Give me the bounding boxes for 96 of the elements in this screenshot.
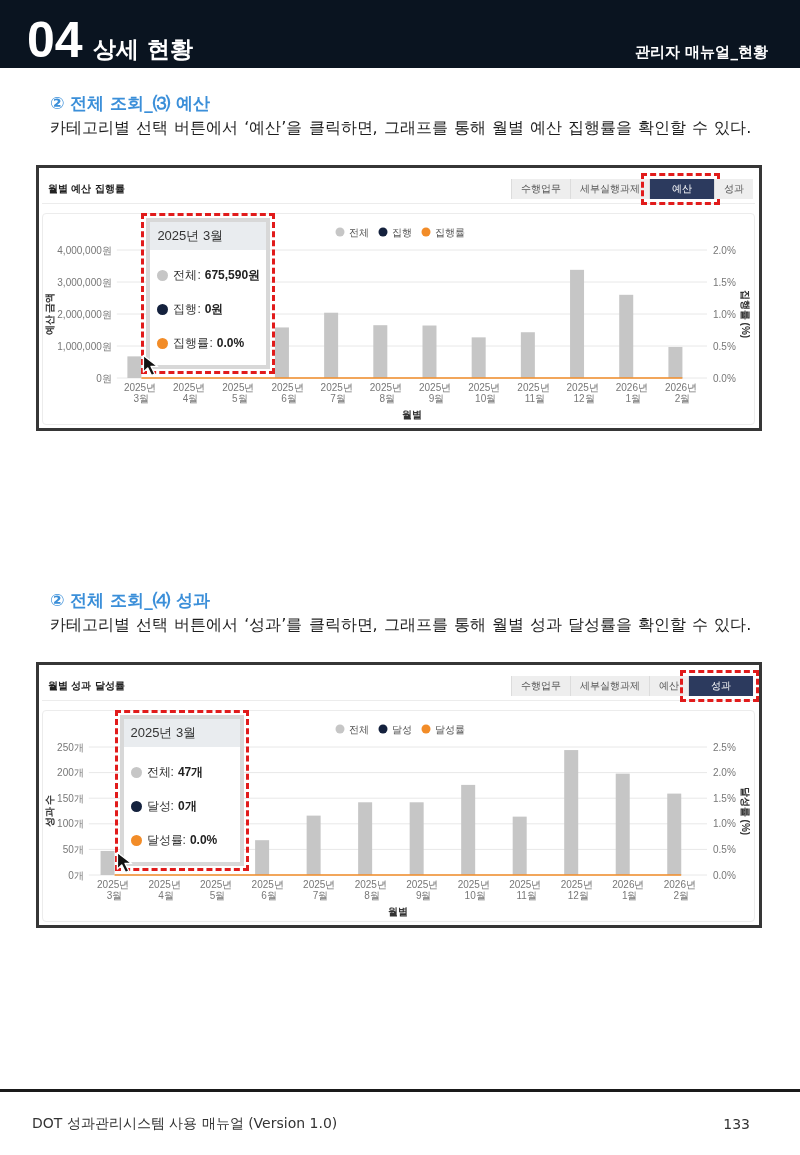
legend-label: 집행 (391, 226, 412, 238)
legend-label: 전체 (348, 723, 369, 735)
axis-tick-label: 250개 (57, 741, 84, 753)
tooltip-value: 0.0% (216, 336, 245, 350)
tooltip-label: 전체: (173, 266, 201, 284)
legend-label: 집행률 (434, 226, 465, 238)
tooltip-value: 0.0% (189, 833, 218, 847)
chart-bar (100, 850, 115, 875)
axis-title: 달성률 (%) (740, 786, 752, 836)
axis-tick-label: 1.5% (713, 276, 736, 288)
axis-tick-label: 2025년 12월 (566, 382, 599, 404)
axis-tick-label: 2.0% (713, 244, 736, 256)
axis-title: 월별 (401, 409, 422, 420)
axis-tick-label: 2,000,000원 (57, 308, 112, 320)
chart-bar (306, 815, 321, 875)
axis-tick-label: 3,000,000원 (57, 276, 112, 288)
chart-bar (512, 816, 527, 875)
tooltip-label: 집행률: (173, 334, 213, 352)
axis-tick-label: 0개 (68, 869, 84, 881)
axis-tick-label: 1,000,000원 (57, 340, 112, 352)
tab[interactable]: 성과 (688, 675, 753, 696)
axis-tick-label: 2025년 9월 (406, 879, 439, 901)
axis-tick-label: 2025년 10월 (457, 879, 490, 901)
tab[interactable]: 예산 (649, 178, 714, 199)
axis-tick-label: 2025년 3월 (97, 879, 130, 901)
axis-tick-label: 2026년 2월 (664, 382, 698, 404)
tooltip-title: 2025년 3월 (150, 222, 267, 250)
legend-label: 전체 (348, 226, 369, 238)
manual-section-label: 관리자 매뉴얼_현황 (635, 43, 768, 62)
chart-bar (471, 337, 486, 378)
chart-bar (668, 346, 683, 378)
axis-tick-label: 2025년 7월 (303, 879, 336, 901)
tooltip-label: 전체: (146, 763, 174, 781)
axis-tick-label: 2025년 6월 (271, 382, 304, 404)
axis-tick-label: 200개 (57, 767, 84, 779)
section-heading: ② 전체 조회_⑶ 예산 (50, 92, 210, 114)
footer-text: DOT 성과관리시스템 사용 매뉴얼 (Version 1.0) (32, 1114, 338, 1133)
chart-bar (324, 312, 339, 378)
axis-tick-label: 2025년 6월 (251, 879, 284, 901)
chart-bar (127, 356, 142, 378)
axis-tick-label: 2026년 1월 (612, 879, 645, 901)
tooltip-value: 47개 (177, 763, 204, 781)
axis-tick-label: 0.0% (713, 372, 736, 384)
chart-bar (422, 325, 437, 378)
axis-tick-label: 0.5% (713, 340, 736, 352)
axis-tick-label: 2025년 9월 (419, 382, 452, 404)
axis-tick-label: 2025년 5월 (222, 382, 255, 404)
chapter-title: 상세 현황 (92, 35, 193, 64)
axis-tick-label: 2025년 7월 (320, 382, 353, 404)
axis-title: 성과 수 (43, 794, 55, 828)
axis-tick-label: 2025년 4월 (148, 879, 181, 901)
tooltip-label: 달성: (146, 797, 174, 815)
axis-tick-label: 2025년 11월 (517, 382, 550, 404)
axis-tick-label: 2025년 12월 (560, 879, 593, 901)
chart-title: 월별 성과 달성률 (48, 678, 125, 693)
tooltip-value: 0원 (204, 300, 224, 318)
axis-tick-label: 2025년 11월 (509, 879, 542, 901)
axis-tick-label: 2026년 2월 (663, 879, 696, 901)
axis-tick-label: 100개 (57, 818, 84, 830)
axis-tick-label: 1.0% (713, 308, 736, 320)
section-heading: ② 전체 조회_⑷ 성과 (50, 589, 210, 611)
axis-tick-label: 0.5% (713, 843, 736, 855)
tooltip-value: 0개 (177, 797, 197, 815)
chart-title: 월별 예산 집행률 (48, 181, 125, 196)
axis-tick-label: 2025년 10월 (468, 382, 501, 404)
axis-tick-label: 1.5% (713, 792, 736, 804)
axis-tick-label: 2025년 5월 (200, 879, 233, 901)
axis-tick-label: 2025년 3월 (123, 382, 157, 404)
axis-tick-label: 2.0% (713, 767, 736, 779)
tooltip-title: 2025년 3월 (123, 719, 240, 747)
axis-tick-label: 2025년 8월 (354, 879, 387, 901)
axis-tick-label: 0.0% (713, 869, 736, 881)
axis-tick-label: 4,000,000원 (57, 244, 112, 256)
axis-tick-label: 2.5% (713, 741, 736, 753)
axis-title: 집행률 (%) (740, 289, 752, 339)
chart-bar (255, 840, 270, 875)
tooltip-label: 달성률: (146, 831, 186, 849)
axis-tick-label: 2025년 8월 (369, 382, 403, 404)
axis-tick-label: 1.0% (713, 818, 736, 830)
axis-tick-label: 50개 (62, 843, 84, 855)
axis-title: 월별 (387, 906, 408, 917)
axis-tick-label: 2025년 4월 (173, 382, 206, 404)
chapter-number: 04 (27, 15, 83, 65)
axis-tick-label: 2026년 1월 (615, 382, 648, 404)
axis-tick-label: 150개 (57, 792, 84, 804)
legend-label: 달성률 (434, 723, 465, 735)
tooltip-value: 675,590원 (204, 266, 261, 284)
axis-title: 예산 금액 (43, 292, 55, 336)
chart-bar (520, 332, 535, 378)
legend-label: 달성 (391, 723, 412, 735)
section-description: 카테고리별 선택 버튼에서 ‘성과’를 클릭하면, 그래프를 통해 월별 성과 달성률을 확인할 수 있다. (50, 615, 753, 635)
tooltip-label: 집행: (173, 300, 201, 318)
page-number: 133 (723, 1115, 750, 1132)
chart-bar (373, 325, 388, 378)
section-description: 카테고리별 선택 버튼에서 ‘예산’을 클릭하면, 그래프를 통해 월별 예산 집행률을 확인할 수 있다. (50, 118, 753, 138)
axis-tick-label: 0원 (96, 372, 112, 384)
